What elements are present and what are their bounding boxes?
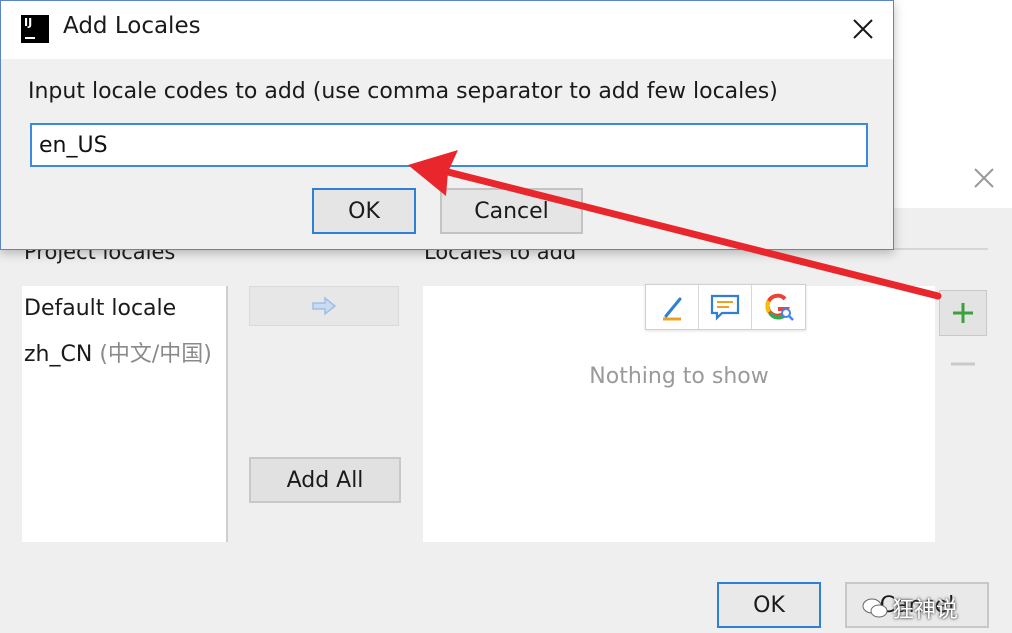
empty-state-text: Nothing to show <box>589 364 769 389</box>
add-locales-close-button[interactable] <box>839 9 887 49</box>
instruction-label: Input locale codes to add (use comma sep… <box>28 79 778 104</box>
locale-detail: (中文/中国) <box>99 342 212 367</box>
dialog-ok-button[interactable]: OK <box>717 582 821 628</box>
add-all-button[interactable]: Add All <box>249 457 401 503</box>
add-locales-dialog: IJ Add Locales Input locale codes to add… <box>0 0 894 250</box>
intellij-logo-icon: IJ <box>21 15 49 43</box>
close-icon <box>974 168 994 188</box>
google-search-tool-button[interactable] <box>752 285 805 329</box>
watermark-text: 狂神说 <box>892 598 959 623</box>
add-locale-button[interactable] <box>939 290 987 336</box>
floating-toolbar <box>645 284 806 330</box>
comment-icon <box>710 294 740 321</box>
list-item-default-locale[interactable]: Default locale <box>24 296 176 321</box>
edit-tool-button[interactable] <box>646 285 699 329</box>
locale-codes-input[interactable] <box>30 123 868 167</box>
close-icon <box>853 19 873 39</box>
dialog-titlebar: IJ Add Locales <box>1 1 893 59</box>
plus-icon <box>953 303 973 323</box>
pencil-icon <box>663 297 682 321</box>
app-icon-text: IJ <box>24 16 33 29</box>
locale-code: zh_CN <box>24 342 93 367</box>
cancel-button[interactable]: Cancel <box>440 188 583 234</box>
dialog-title: Add Locales <box>63 13 201 39</box>
google-search-icon <box>764 293 794 321</box>
wechat-icon <box>862 598 888 618</box>
ok-button[interactable]: OK <box>312 188 416 234</box>
locales-to-add-list[interactable]: Nothing to show <box>423 284 935 542</box>
arrow-right-icon <box>312 296 337 316</box>
watermark: 狂神说 <box>862 592 958 624</box>
list-item-zh-cn[interactable]: zh_CN (中文/中国) <box>24 336 212 368</box>
locale-code: Default locale <box>24 296 177 321</box>
comment-tool-button[interactable] <box>699 285 752 329</box>
move-right-button[interactable] <box>249 286 399 326</box>
app-icon-bar <box>25 37 35 39</box>
project-locales-list[interactable]: Default locale zh_CN (中文/中国) <box>22 286 228 542</box>
dialog-close-button[interactable] <box>962 160 1006 196</box>
minus-icon <box>951 362 975 366</box>
remove-locale-button[interactable] <box>939 344 987 384</box>
